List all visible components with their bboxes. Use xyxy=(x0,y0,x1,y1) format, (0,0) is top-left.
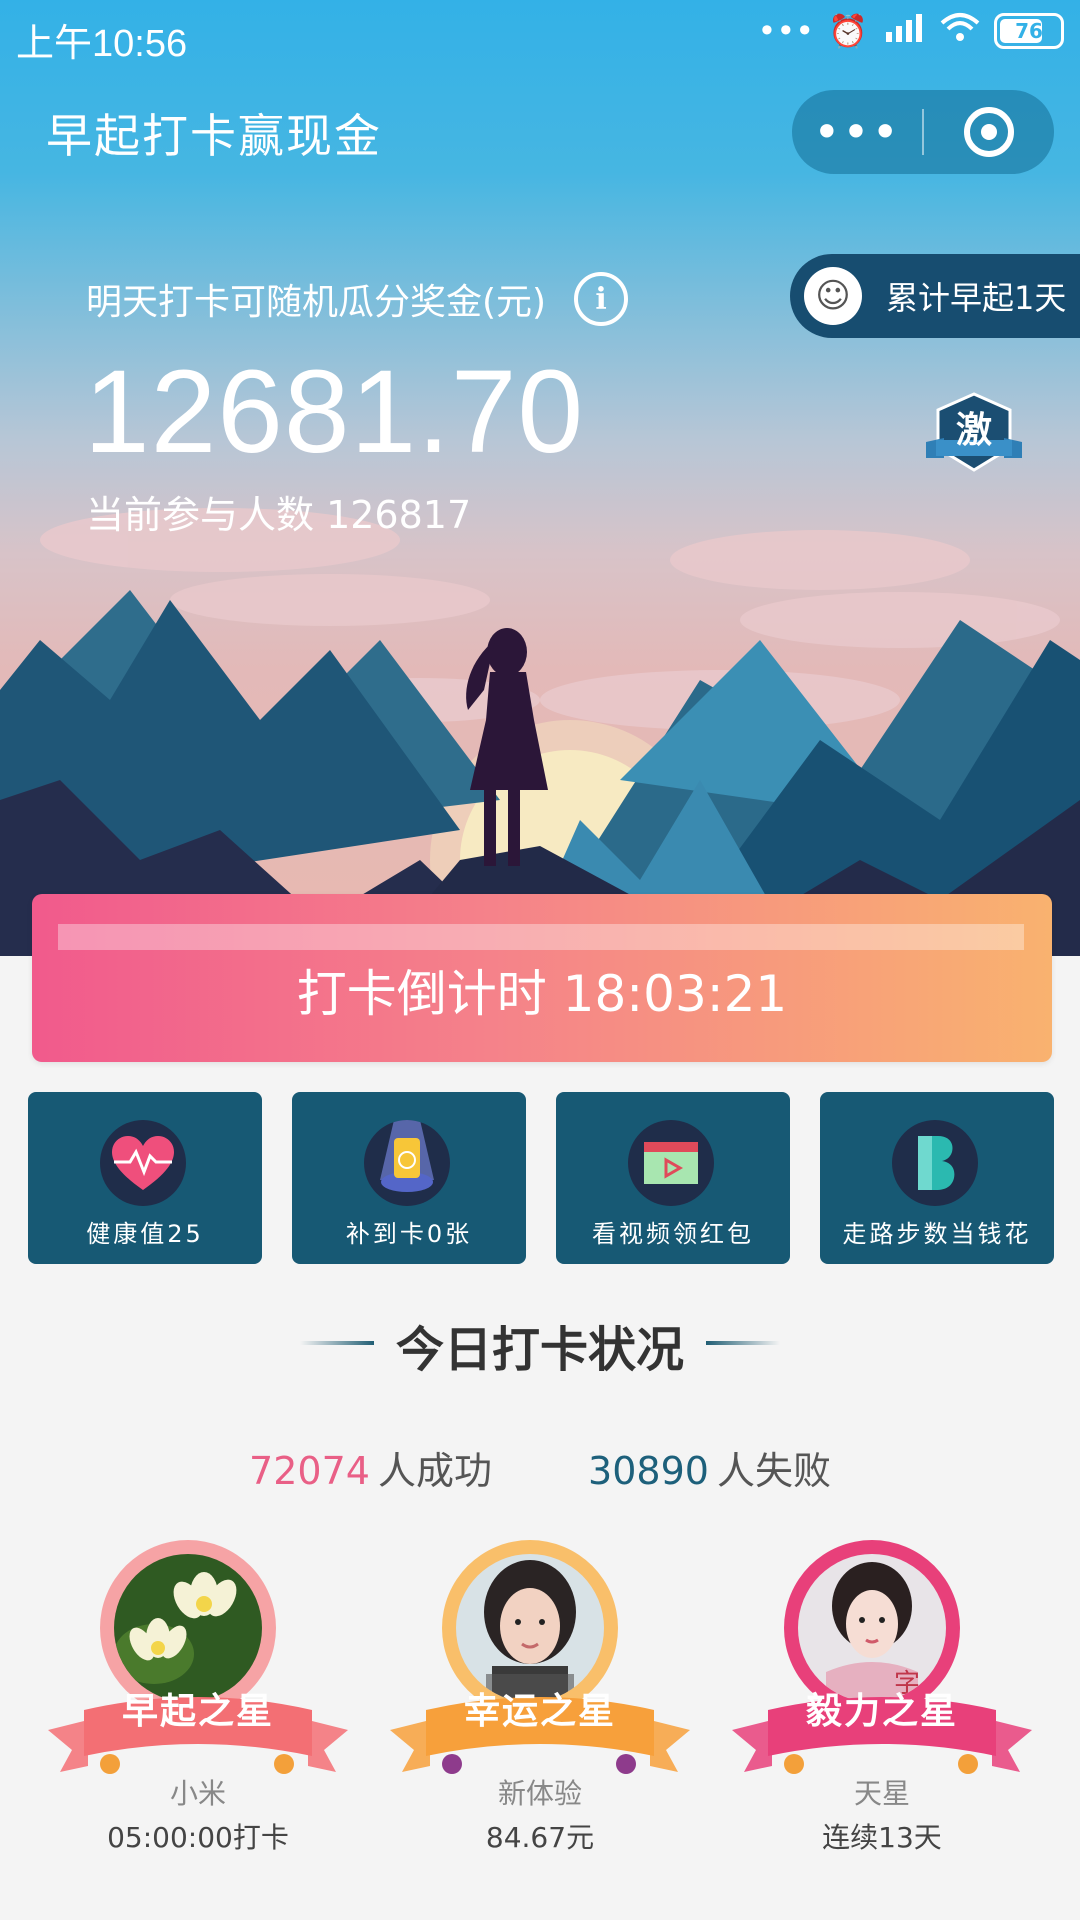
fail-label: 人失败 xyxy=(716,1449,831,1493)
makeup-card-icon xyxy=(364,1120,450,1206)
prize-label-row: 明天打卡可随机瓜分奖金(元) i xyxy=(86,272,629,326)
app-title: 早起打卡赢现金 xyxy=(46,109,382,163)
wifi-icon xyxy=(940,11,980,51)
makeup-card-card[interactable]: 补到卡0张 xyxy=(292,1092,526,1264)
hero-banner: 上午10:56 ••• ⏰ 76 早起打卡赢现金 ••• 明天打卡可随机瓜分奖金… xyxy=(0,0,1080,956)
steps-b-icon xyxy=(892,1120,978,1206)
streak-pill[interactable]: ☺ 累计早起1天 xyxy=(790,254,1080,338)
ribbon-title: 毅力之星 xyxy=(805,1691,958,1732)
miniprogram-capsule: ••• xyxy=(792,90,1054,174)
checkin-countdown-button[interactable]: 打卡倒计时 18:03:21 xyxy=(32,894,1052,1062)
star-card-early[interactable]: 早起之星 小米 05:00:00打卡 xyxy=(48,1540,348,1854)
hd-signal-icon xyxy=(882,10,926,52)
more-dots-icon: ••• xyxy=(757,12,815,50)
battery-icon: 76 xyxy=(994,13,1064,49)
success-label: 人成功 xyxy=(377,1449,492,1493)
ribbon-title: 早起之星 xyxy=(121,1691,274,1732)
health-value-label: 健康值25 xyxy=(86,1220,204,1248)
motivate-badge-icon[interactable]: 激 xyxy=(924,392,1024,476)
status-time: 上午10:56 xyxy=(16,23,188,65)
success-count: 72074 xyxy=(249,1449,370,1493)
star-card-perseverance[interactable]: 字 毅力之星 天星 连续13天 xyxy=(732,1540,1032,1854)
prize-label: 明天打卡可随机瓜分奖金(元) xyxy=(86,282,547,323)
star-detail: 84.67元 xyxy=(485,1821,595,1854)
makeup-card-label: 补到卡0张 xyxy=(345,1220,473,1248)
battery-level: 76 xyxy=(1015,19,1043,43)
star-user-name: 新体验 xyxy=(497,1777,582,1810)
fail-count: 30890 xyxy=(588,1449,709,1493)
star-user-name: 天星 xyxy=(853,1777,910,1810)
watch-video-label: 看视频领红包 xyxy=(592,1220,754,1248)
video-icon xyxy=(628,1120,714,1206)
target-icon xyxy=(964,107,1014,157)
heartbeat-icon xyxy=(100,1120,186,1206)
steps-money-card[interactable]: 走路步数当钱花 xyxy=(820,1092,1054,1264)
countdown-text: 打卡倒计时 18:03:21 xyxy=(296,965,788,1023)
section-title: 今日打卡状况 xyxy=(395,1322,684,1378)
countdown-highlight-bar xyxy=(58,924,1024,950)
star-detail: 05:00:00打卡 xyxy=(107,1821,289,1854)
star-card-lucky[interactable]: 幸运之星 新体验 84.67元 xyxy=(390,1540,690,1854)
capsule-close-button[interactable] xyxy=(924,107,1054,157)
info-icon[interactable]: i xyxy=(574,272,629,326)
streak-text: 累计早起1天 xyxy=(886,279,1067,317)
checkin-stats: 72074 人成功 30890 人失败 xyxy=(0,1440,1080,1495)
steps-money-label: 走路步数当钱花 xyxy=(842,1220,1032,1248)
star-user-name: 小米 xyxy=(169,1777,226,1810)
badge-text: 激 xyxy=(956,410,992,451)
health-value-card[interactable]: 健康值25 xyxy=(28,1092,262,1264)
prize-amount: 12681.70 xyxy=(84,346,585,478)
participant-count: 当前参与人数 126817 xyxy=(86,493,472,537)
user-avatar: ☺ xyxy=(804,267,862,325)
alarm-icon: ⏰ xyxy=(828,12,868,50)
star-detail: 连续13天 xyxy=(822,1821,942,1854)
capsule-more-button[interactable]: ••• xyxy=(792,105,922,159)
watch-video-card[interactable]: 看视频领红包 xyxy=(556,1092,790,1264)
status-icons: ••• ⏰ 76 xyxy=(758,10,1064,52)
status-bar: 上午10:56 ••• ⏰ 76 xyxy=(0,0,1080,70)
ribbon-title: 幸运之星 xyxy=(463,1691,616,1732)
